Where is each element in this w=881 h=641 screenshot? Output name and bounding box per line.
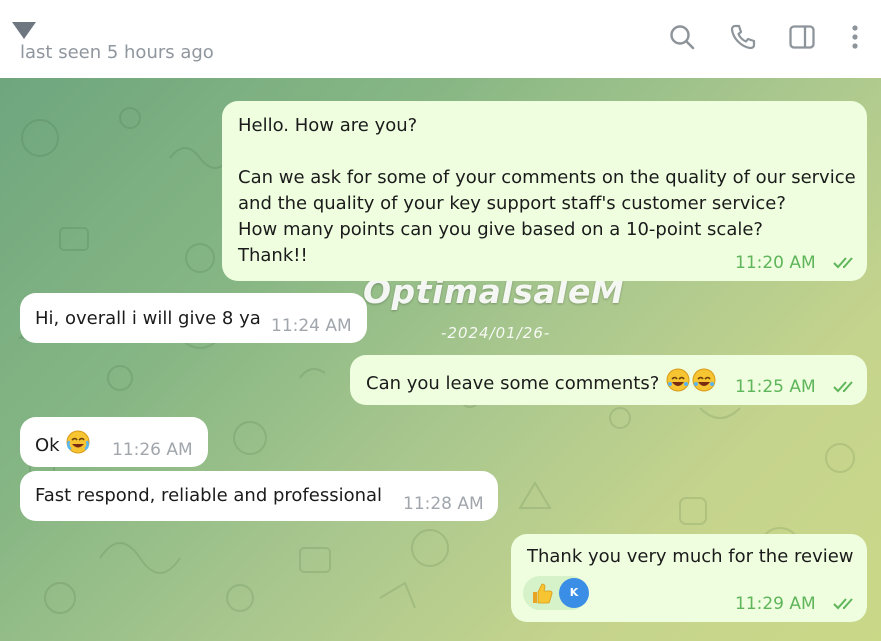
- message-bubble-outgoing[interactable]: Hello. How are you? Can we ask for some …: [222, 101, 867, 281]
- message-text: Thank you very much for the review: [527, 546, 854, 567]
- rofl-emoji-icon: [691, 367, 717, 401]
- sidebar-toggle-icon[interactable]: [787, 22, 817, 52]
- chat-header: last seen 5 hours ago: [0, 0, 881, 78]
- reaction-badge[interactable]: K: [523, 576, 589, 611]
- more-icon[interactable]: [840, 22, 870, 52]
- message-time: 11:29 AM: [735, 594, 816, 614]
- message-text-row: Ok: [35, 429, 91, 463]
- phone-icon[interactable]: [728, 22, 758, 52]
- message-text: Can you leave some comments?: [366, 373, 665, 394]
- joy-emoji-icon: [65, 429, 91, 463]
- message-bubble-incoming[interactable]: Hi, overall i will give 8 ya 11:24 AM: [20, 293, 367, 343]
- message-time: 11:28 AM: [403, 494, 484, 514]
- message-time: 11:24 AM: [271, 316, 352, 336]
- message-text: Hi, overall i will give 8 ya: [35, 308, 261, 329]
- message-time: 11:25 AM: [735, 377, 816, 397]
- chat-window: last seen 5 hours ago OptimalsaleM -2024…: [0, 0, 881, 641]
- double-check-icon: [833, 380, 859, 394]
- thumbs-up-icon: [529, 580, 555, 611]
- message-bubble-outgoing[interactable]: Can you leave some comments? 11:25 AM: [350, 355, 867, 405]
- message-text-row: Can you leave some comments?: [366, 367, 717, 401]
- rofl-emoji-icon: [665, 367, 691, 401]
- search-icon[interactable]: [667, 22, 697, 52]
- chevron-down-icon[interactable]: [12, 22, 36, 39]
- message-text: Ok: [35, 435, 66, 456]
- last-seen-status: last seen 5 hours ago: [20, 42, 214, 63]
- message-bubble-incoming[interactable]: Ok 11:26 AM: [20, 417, 208, 467]
- double-check-icon: [833, 256, 859, 270]
- message-time: 11:20 AM: [735, 253, 816, 273]
- message-text: Fast respond, reliable and professional: [35, 485, 383, 506]
- message-bubble-incoming[interactable]: Fast respond, reliable and professional …: [20, 471, 498, 521]
- avatar[interactable]: K: [559, 578, 589, 608]
- double-check-icon: [833, 597, 859, 611]
- message-bubble-outgoing[interactable]: Thank you very much for the review K 11:…: [511, 534, 867, 622]
- message-text: Hello. How are you? Can we ask for some …: [238, 115, 856, 266]
- watermark-date: -2024/01/26-: [441, 324, 551, 342]
- message-time: 11:26 AM: [112, 440, 193, 460]
- message-area[interactable]: OptimalsaleM -2024/01/26- Hello. How are…: [0, 78, 881, 641]
